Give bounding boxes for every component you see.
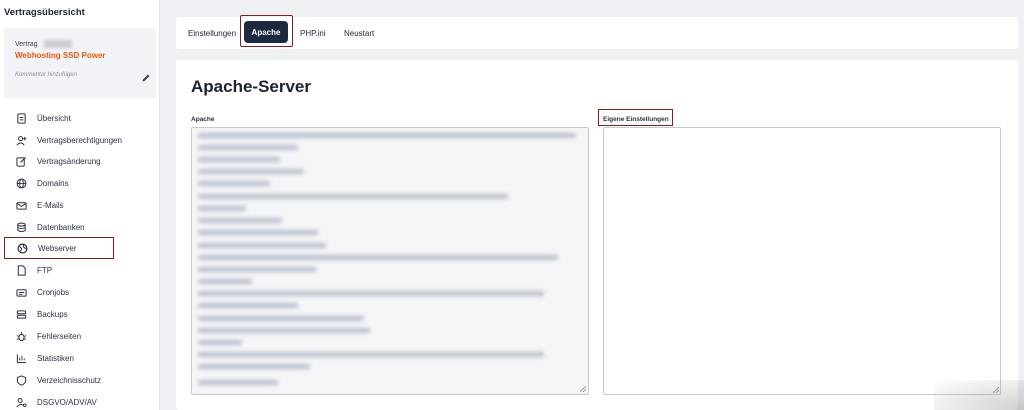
redacted-line: [198, 316, 364, 321]
redacted-line: [198, 243, 326, 248]
sidebar-item-label: Vertragsänderung: [37, 156, 101, 166]
sidebar-item-backups[interactable]: Backups: [4, 304, 156, 324]
redacted-line: [198, 340, 242, 345]
sidebar-item-label: FTP: [37, 265, 53, 275]
contract-comment[interactable]: Kommentar hinzufügen: [15, 72, 77, 78]
redacted-line: [198, 328, 370, 333]
redacted-line: [198, 364, 310, 369]
redacted-line: [198, 255, 558, 260]
sidebar-item-uebersicht[interactable]: Übersicht: [4, 108, 156, 128]
sidebar-item-domains[interactable]: Domains: [4, 173, 156, 193]
sidebar-item-label: E-Mails: [37, 200, 64, 210]
custom-settings-label: Eigene Einstellungen: [603, 116, 669, 123]
contract-name[interactable]: Webhosting SSD Power: [15, 51, 106, 60]
sidebar-item-label: Backups: [37, 309, 68, 319]
redacted-line: [198, 267, 316, 272]
sidebar-item-label: Datenbanken: [37, 222, 85, 232]
sidebar-item-dsgvo[interactable]: DSGVO/ADV/AV: [4, 392, 156, 410]
sidebar-item-vertragsberechtigungen[interactable]: Vertragsberechtigungen: [4, 130, 156, 150]
redacted-line: [198, 157, 280, 162]
sidebar-item-verzeichnisschutz[interactable]: Verzeichnisschutz: [4, 370, 156, 390]
sidebar-item-label: Fehlerseiten: [37, 331, 82, 341]
redacted-line: [198, 169, 304, 174]
contract-id-redacted: [44, 40, 72, 48]
redacted-line: [198, 181, 270, 186]
sidebar-item-emails[interactable]: E-Mails: [4, 195, 156, 215]
redacted-line: [198, 133, 576, 138]
redacted-line: [198, 145, 298, 150]
tab-neustart[interactable]: Neustart: [344, 17, 374, 49]
sidebar-item-webserver[interactable]: Webserver: [4, 237, 114, 259]
content-card: Apache-Server Apache Eigene Einstellunge…: [176, 60, 1018, 410]
redacted-line: [198, 230, 318, 235]
document-icon: [13, 110, 29, 126]
redacted-line: [198, 194, 508, 199]
mail-icon: [13, 197, 29, 213]
sidebar-item-label: Webserver: [38, 243, 77, 253]
sidebar-item-label: Domains: [37, 178, 69, 188]
corner-shadow: [934, 380, 1024, 410]
redacted-line: [198, 352, 544, 357]
sidebar-item-label: Verzeichnisschutz: [37, 375, 102, 385]
server-stack-icon: [13, 306, 29, 322]
sidebar-item-label: Statistiken: [37, 353, 74, 363]
resize-handle-icon[interactable]: [580, 386, 586, 392]
sidebar-item-vertragsaenderung[interactable]: Vertragsänderung: [4, 151, 156, 171]
tab-apache[interactable]: Apache: [244, 21, 288, 43]
redacted-line: [198, 206, 246, 211]
sidebar: Vertragsübersicht Vertrag Webhosting SSD…: [0, 0, 160, 410]
redacted-line: [198, 291, 544, 296]
cron-icon: [13, 284, 29, 300]
sidebar-item-fehlerseiten[interactable]: Fehlerseiten: [4, 326, 156, 346]
globe-icon: [13, 175, 29, 191]
sidebar-item-cronjobs[interactable]: Cronjobs: [4, 282, 156, 302]
file-icon: [13, 262, 29, 278]
apache-config-textarea[interactable]: [191, 127, 589, 395]
sidebar-item-label: Übersicht: [37, 113, 71, 123]
custom-settings-textarea[interactable]: [603, 127, 1001, 395]
bug-icon: [13, 328, 29, 344]
user-key-icon: [13, 394, 29, 410]
tab-bar: Einstellungen Apache PHP.ini Neustart: [176, 15, 1018, 49]
tab-einstellungen[interactable]: Einstellungen: [188, 17, 236, 49]
sidebar-item-label: Cronjobs: [37, 287, 70, 297]
redacted-line: [198, 279, 252, 284]
shield-icon: [13, 372, 29, 388]
sidebar-item-datenbanken[interactable]: Datenbanken: [4, 217, 156, 237]
pencil-icon[interactable]: [141, 70, 151, 82]
database-icon: [13, 219, 29, 235]
redacted-line: [198, 303, 298, 308]
redacted-line: [198, 218, 282, 223]
sidebar-item-statistiken[interactable]: Statistiken: [4, 348, 156, 368]
page-title: Apache-Server: [191, 77, 312, 96]
bar-chart-icon: [13, 350, 29, 366]
sidebar-title: Vertragsübersicht: [4, 7, 85, 18]
redacted-line: [198, 380, 278, 385]
sidebar-item-ftp[interactable]: FTP: [4, 260, 156, 280]
user-plus-icon: [13, 132, 29, 148]
contract-card: Vertrag Webhosting SSD Power Kommentar h…: [4, 28, 156, 98]
sidebar-item-label: Vertragsberechtigungen: [37, 135, 122, 145]
tab-php-ini[interactable]: PHP.ini: [300, 17, 326, 49]
apache-config-label: Apache: [191, 116, 215, 123]
sidebar-item-label: DSGVO/ADV/AV: [37, 397, 97, 407]
edit-box-icon: [13, 153, 29, 169]
web-globe-icon: [14, 240, 30, 256]
contract-label: Vertrag: [15, 41, 38, 48]
